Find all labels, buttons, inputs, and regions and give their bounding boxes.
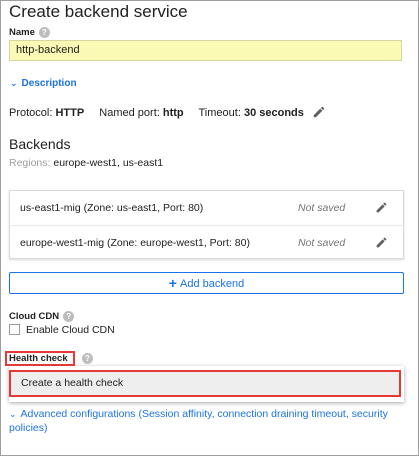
- backend-status: Not saved: [298, 202, 346, 214]
- backend-row[interactable]: europe-west1-mig (Zone: europe-west1, Po…: [10, 226, 403, 260]
- chevron-down-icon: ⌄: [9, 409, 17, 419]
- enable-cdn-checkbox[interactable]: [9, 324, 20, 335]
- help-icon[interactable]: ?: [63, 311, 75, 322]
- add-backend-button[interactable]: + Add backend: [9, 272, 404, 294]
- edit-protocol-pencil-icon[interactable]: [312, 105, 326, 119]
- backends-regions: Regions: europe-west1, us-east1: [9, 157, 163, 169]
- backend-status: Not saved: [298, 237, 346, 249]
- named-port-label: Named port:: [99, 107, 160, 119]
- advanced-configurations-label: Advanced configurations (Session affinit…: [9, 408, 388, 434]
- cloud-cdn-label-text: Cloud CDN: [9, 311, 60, 323]
- name-label-text: Name: [9, 27, 35, 39]
- backends-list: us-east1-mig (Zone: us-east1, Port: 80) …: [9, 190, 404, 259]
- description-toggle[interactable]: ⌄ Description: [10, 78, 77, 89]
- help-icon[interactable]: ?: [38, 27, 50, 38]
- backend-name: us-east1-mig (Zone: us-east1, Port: 80): [20, 202, 204, 214]
- plus-icon: +: [168, 275, 177, 291]
- timeout-label: Timeout:: [198, 107, 241, 119]
- enable-cdn-label: Enable Cloud CDN: [26, 324, 115, 336]
- regions-label: Regions:: [9, 157, 51, 169]
- regions-value: europe-west1, us-east1: [53, 157, 164, 169]
- named-port-value: http: [162, 107, 184, 119]
- health-check-label: Health check: [9, 353, 68, 364]
- cloud-cdn-label: Cloud CDN?: [9, 311, 75, 323]
- name-input[interactable]: http-backend: [9, 40, 402, 61]
- protocol-label: Protocol:: [9, 107, 53, 119]
- backend-name: europe-west1-mig (Zone: europe-west1, Po…: [20, 237, 250, 249]
- help-icon[interactable]: ?: [82, 353, 93, 364]
- edit-backend-pencil-icon[interactable]: [375, 201, 388, 214]
- description-toggle-label: Description: [21, 78, 77, 89]
- protocol-summary: Protocol: HTTP Named port: http Timeout:…: [9, 107, 304, 119]
- edit-backend-pencil-icon[interactable]: [375, 236, 388, 249]
- backend-row[interactable]: us-east1-mig (Zone: us-east1, Port: 80) …: [10, 191, 403, 225]
- name-label: Name?: [9, 27, 50, 38]
- protocol-value: HTTP: [55, 107, 85, 119]
- add-backend-label: Add backend: [179, 278, 245, 290]
- chevron-down-icon: ⌄: [10, 78, 18, 88]
- enable-cdn-row[interactable]: Enable Cloud CDN: [9, 324, 115, 336]
- timeout-value: 30 seconds: [243, 107, 304, 119]
- page-title: Create backend service: [9, 2, 188, 21]
- create-health-check-option[interactable]: Create a health check: [9, 370, 401, 397]
- advanced-configurations-toggle[interactable]: ⌄ Advanced configurations (Session affini…: [9, 407, 404, 435]
- backends-title: Backends: [9, 136, 71, 152]
